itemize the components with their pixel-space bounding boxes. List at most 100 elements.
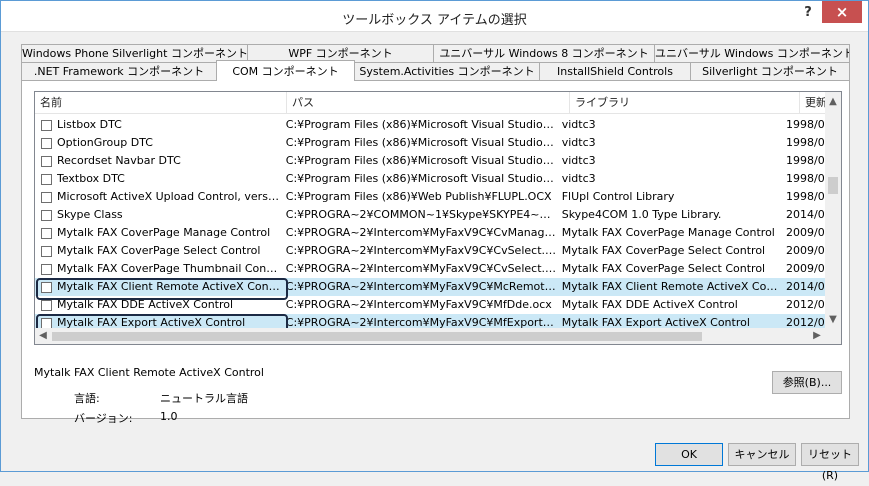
- row-checkbox[interactable]: [41, 245, 52, 257]
- info-title: Mytalk FAX Client Remote ActiveX Control: [34, 366, 264, 379]
- table-row[interactable]: Textbox DTC C:¥Program Files (x86)¥Micros…: [35, 170, 825, 188]
- version-label: バージョン:: [74, 412, 133, 425]
- cell-name: Textbox DTC: [35, 170, 281, 188]
- cell-name: Mytalk FAX CoverPage Select Control: [35, 242, 281, 260]
- row-checkbox[interactable]: [41, 281, 52, 293]
- table-row[interactable]: Mytalk FAX CoverPage Thumbnail Control C:…: [35, 260, 825, 278]
- cell-library: Mytalk FAX Client Remote ActiveX Control: [561, 280, 782, 293]
- column-header-library[interactable]: ライブラリ: [570, 92, 800, 114]
- cell-path: C:¥PROGRA~2¥Intercom¥MyFaxV9C¥CvSelect.o…: [285, 262, 557, 275]
- table-row[interactable]: Mytalk FAX Client Remote ActiveX Control…: [35, 278, 825, 300]
- ok-button[interactable]: OK: [655, 443, 723, 466]
- cell-library: Mytalk FAX DDE ActiveX Control: [561, 298, 738, 311]
- cell-date: 1998/0: [786, 154, 825, 167]
- column-header-name[interactable]: 名前: [35, 92, 287, 114]
- table-row[interactable]: Mytalk FAX CoverPage Select Control C:¥PR…: [35, 242, 825, 260]
- horizontal-scrollbar[interactable]: ◀ ▶: [35, 328, 825, 344]
- row-name-text: Mytalk FAX DDE ActiveX Control: [57, 298, 234, 311]
- cell-path: C:¥Program Files (x86)¥Microsoft Visual …: [285, 154, 557, 167]
- cell-library: Mytalk FAX CoverPage Manage Control: [561, 226, 775, 239]
- row-checkbox[interactable]: [41, 227, 52, 239]
- scroll-left-icon[interactable]: ◀: [35, 328, 51, 344]
- cell-library: Mytalk FAX CoverPage Select Control: [561, 244, 766, 257]
- column-header-path[interactable]: パス: [287, 92, 570, 114]
- row-checkbox[interactable]: [41, 263, 52, 275]
- dialog-title: ツールボックス アイテムの選択: [342, 13, 527, 28]
- cell-date: 1998/0: [786, 172, 825, 185]
- tab-row-1: Windows Phone Silverlight コンポーネント WPF コン…: [21, 44, 850, 62]
- cell-library: FlUpl Control Library: [561, 190, 675, 203]
- cell-path: C:¥Program Files (x86)¥Web Publish¥FLUPL…: [285, 190, 552, 203]
- row-name-text: Listbox DTC: [57, 118, 122, 131]
- cell-library: Skype4COM 1.0 Type Library.: [561, 208, 722, 221]
- vertical-scrollbar[interactable]: ▲ ▼: [825, 92, 841, 330]
- cell-name: Skype Class: [35, 206, 281, 224]
- cell-date: 2014/0: [786, 280, 825, 293]
- cell-name: Mytalk FAX Client Remote ActiveX Control: [35, 278, 281, 296]
- cell-library: vidtc3: [561, 118, 596, 131]
- row-checkbox[interactable]: [41, 317, 52, 329]
- row-checkbox[interactable]: [41, 155, 52, 167]
- reset-button[interactable]: リセット(R): [801, 443, 859, 482]
- row-name-text: Mytalk FAX Client Remote ActiveX Control: [57, 280, 281, 293]
- table-row[interactable]: Microsoft ActiveX Upload Control, versio…: [35, 188, 825, 206]
- tab-system-activities[interactable]: System.Activities コンポーネント: [354, 62, 540, 80]
- row-checkbox[interactable]: [41, 119, 52, 131]
- browse-button[interactable]: 参照(B)...: [772, 371, 842, 394]
- cell-path: C:¥PROGRA~2¥Intercom¥MyFaxV9C¥McRemote.o…: [285, 280, 557, 293]
- help-button[interactable]: ?: [794, 1, 822, 23]
- scroll-right-icon[interactable]: ▶: [809, 328, 825, 344]
- cell-name: Mytalk FAX CoverPage Thumbnail Control: [35, 260, 281, 278]
- row-name-text: Microsoft ActiveX Upload Control, versio…: [57, 190, 281, 203]
- row-name-text: Mytalk FAX CoverPage Thumbnail Control: [57, 262, 281, 275]
- table-row[interactable]: Skype Class C:¥PROGRA~2¥COMMON~1¥Skype¥SK…: [35, 206, 825, 224]
- row-checkbox[interactable]: [41, 173, 52, 185]
- row-name-text: Mytalk FAX CoverPage Select Control: [57, 244, 261, 257]
- scroll-down-icon[interactable]: ▼: [825, 312, 841, 328]
- cell-library: vidtc3: [561, 136, 596, 149]
- row-checkbox[interactable]: [41, 299, 52, 311]
- close-button[interactable]: ×: [822, 1, 862, 23]
- tab-panel: 名前 パス ライブラリ 更新日時 Listbox DTC C:¥Program F…: [21, 80, 850, 425]
- row-checkbox[interactable]: [41, 209, 52, 221]
- row-checkbox[interactable]: [41, 137, 52, 149]
- row-name-text: Recordset Navbar DTC: [57, 154, 181, 167]
- row-name-text: Skype Class: [57, 208, 123, 221]
- tab-universal-windows-8[interactable]: ユニバーサル Windows 8 コンポーネント: [433, 44, 655, 62]
- language-value: ニュートラル言語: [160, 392, 248, 405]
- cell-library: vidtc3: [561, 154, 596, 167]
- cell-date: 1998/0: [786, 190, 825, 203]
- table-row[interactable]: Recordset Navbar DTC C:¥Program Files (x8…: [35, 152, 825, 170]
- table-row[interactable]: Mytalk FAX CoverPage Manage Control C:¥PR…: [35, 224, 825, 242]
- tab-silverlight[interactable]: Silverlight コンポーネント: [690, 62, 850, 80]
- tab-installshield-controls[interactable]: InstallShield Controls: [539, 62, 691, 80]
- cell-path: C:¥Program Files (x86)¥Microsoft Visual …: [285, 172, 557, 185]
- list-rows: Listbox DTC C:¥Program Files (x86)¥Micros…: [35, 116, 825, 344]
- tab-row-2: .NET Framework コンポーネント COM コンポーネント Syste…: [21, 60, 850, 81]
- row-checkbox[interactable]: [41, 191, 52, 203]
- cell-date: 1998/0: [786, 136, 825, 149]
- cell-name: Listbox DTC: [35, 116, 281, 134]
- tab-com[interactable]: COM コンポーネント: [216, 60, 355, 81]
- tab-dotnet-framework[interactable]: .NET Framework コンポーネント: [21, 62, 217, 80]
- cell-name: Mytalk FAX CoverPage Manage Control: [35, 224, 281, 242]
- vertical-scroll-thumb[interactable]: [828, 177, 838, 194]
- cell-name: Microsoft ActiveX Upload Control, versio…: [35, 188, 281, 206]
- cell-path: C:¥PROGRA~2¥Intercom¥MyFaxV9C¥CvManage.o…: [285, 226, 557, 239]
- cancel-button[interactable]: キャンセル: [728, 443, 796, 466]
- cell-date: 2009/0: [786, 244, 825, 257]
- horizontal-scroll-thumb[interactable]: [52, 332, 702, 341]
- tab-universal-windows[interactable]: ユニバーサル Windows コンポーネント: [654, 44, 850, 62]
- cell-date: 2012/0: [786, 298, 825, 311]
- table-row[interactable]: Listbox DTC C:¥Program Files (x86)¥Micros…: [35, 116, 825, 134]
- table-row[interactable]: OptionGroup DTC C:¥Program Files (x86)¥Mi…: [35, 134, 825, 152]
- cell-name: Recordset Navbar DTC: [35, 152, 281, 170]
- cell-name: OptionGroup DTC: [35, 134, 281, 152]
- table-row[interactable]: Mytalk FAX DDE ActiveX Control C:¥PROGRA~…: [35, 296, 825, 314]
- cell-path: C:¥PROGRA~2¥Intercom¥MyFaxV9C¥CvSelect.o…: [285, 244, 557, 257]
- scroll-corner: [825, 328, 841, 344]
- component-list[interactable]: 名前 パス ライブラリ 更新日時 Listbox DTC C:¥Program F…: [34, 91, 842, 345]
- row-name-text: Textbox DTC: [57, 172, 125, 185]
- tab-windows-phone-silverlight[interactable]: Windows Phone Silverlight コンポーネント: [21, 44, 248, 62]
- scroll-up-icon[interactable]: ▲: [825, 94, 841, 110]
